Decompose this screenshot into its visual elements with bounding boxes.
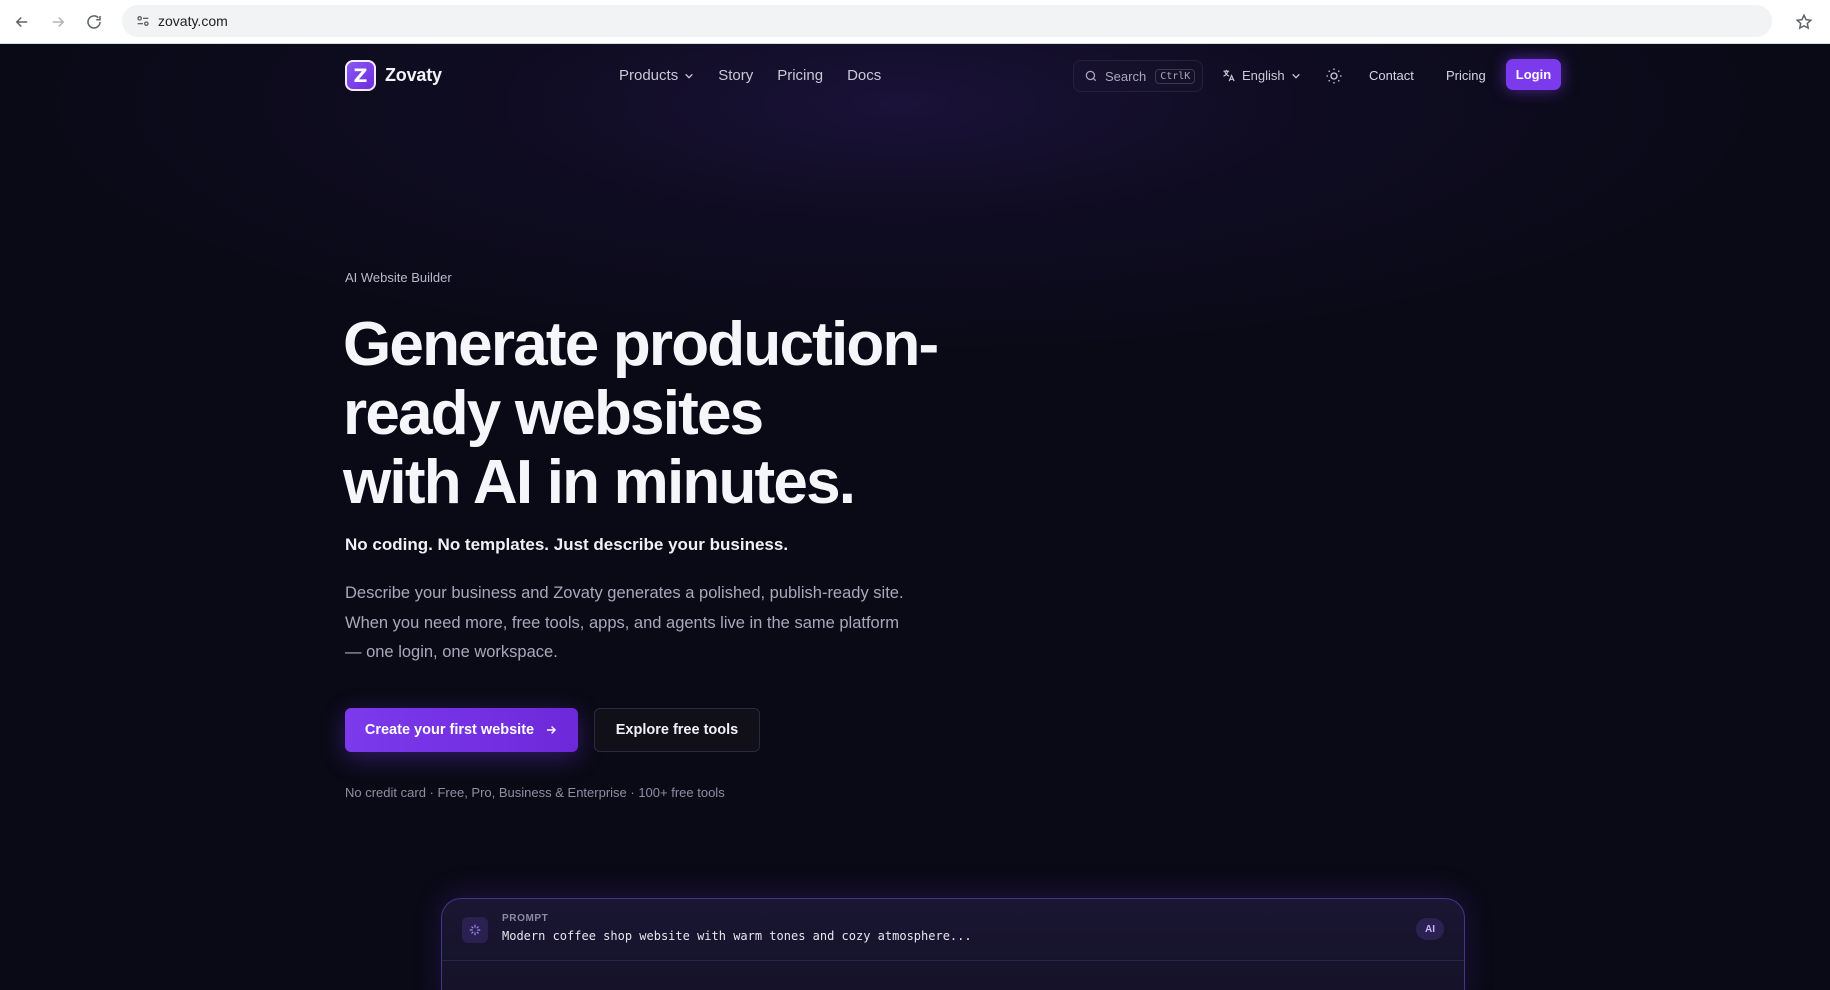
- forward-button[interactable]: [40, 4, 76, 40]
- login-button[interactable]: Login: [1506, 59, 1561, 90]
- prompt-label: PROMPT: [502, 913, 549, 924]
- search-shortcut: CtrlK: [1155, 68, 1196, 84]
- headline-line: ready websites: [343, 379, 764, 448]
- nav-item-pricing[interactable]: Pricing: [777, 67, 823, 84]
- explore-tools-button[interactable]: Explore free tools: [594, 708, 760, 752]
- nav-item-label: Products: [619, 67, 679, 84]
- browser-toolbar: zovaty.com: [0, 0, 1830, 44]
- nav-item-products[interactable]: Products: [619, 67, 694, 84]
- nav-item-story[interactable]: Story: [718, 67, 753, 84]
- url-text: zovaty.com: [158, 13, 228, 29]
- search-label: Search: [1105, 68, 1147, 84]
- language-select[interactable]: English: [1221, 68, 1301, 83]
- ai-badge: AI: [1416, 918, 1444, 940]
- create-website-label: Create your first website: [364, 722, 535, 738]
- back-icon: [15, 16, 28, 27]
- eyebrow-label: AI Website Builder: [345, 270, 452, 285]
- nav-item-docs[interactable]: Docs: [847, 67, 881, 84]
- sun-icon[interactable]: [1325, 67, 1343, 85]
- prompt-divider: [442, 960, 1464, 961]
- bookmark-star-icon[interactable]: [1790, 8, 1818, 36]
- hero-headline: Generate production- ready websites with…: [343, 310, 1043, 517]
- site-info-icon[interactable]: [128, 13, 158, 29]
- translate-icon: [1223, 69, 1235, 82]
- hero-subhead: No coding. No templates. Just describe y…: [345, 535, 789, 554]
- hero-description: Describe your business and Zovaty genera…: [345, 584, 904, 661]
- prompt-text: Modern coffee shop website with warm ton…: [502, 929, 972, 943]
- pricing-link[interactable]: Pricing: [1446, 68, 1486, 83]
- logo-mark: Z: [345, 60, 376, 91]
- search-icon: [1085, 70, 1097, 82]
- nav-item-label: Pricing: [777, 67, 824, 84]
- search-button[interactable]: Search CtrlK: [1073, 60, 1203, 92]
- headline-line: with AI in minutes.: [343, 448, 856, 517]
- back-button[interactable]: [4, 4, 40, 40]
- prompt-card[interactable]: PROMPT Modern coffee shop website with w…: [441, 898, 1465, 990]
- main-nav: Products Story Pricing Docs: [619, 67, 881, 84]
- sparkle-icon: [462, 917, 488, 943]
- brand-logo[interactable]: Z Zovaty: [345, 60, 442, 91]
- create-website-button[interactable]: Create your first website: [345, 708, 578, 752]
- page: Z Zovaty Products Story Pricing Docs Sea…: [0, 44, 1830, 990]
- reload-button[interactable]: [76, 4, 112, 40]
- top-nav: Z Zovaty Products Story Pricing Docs Sea…: [0, 44, 1830, 108]
- language-label: English: [1242, 68, 1285, 83]
- address-bar[interactable]: zovaty.com: [122, 5, 1772, 37]
- headline-line: Generate production-: [343, 310, 939, 379]
- arrow-right-icon: [547, 726, 557, 734]
- chevron-down-icon: [685, 73, 694, 79]
- reload-icon: [87, 14, 101, 29]
- logo-letter: Z: [353, 64, 368, 87]
- hero-footnote: No credit card · Free, Pro, Business & E…: [345, 785, 725, 800]
- nav-item-label: Story: [718, 67, 754, 84]
- chevron-down-icon: [1291, 73, 1300, 79]
- contact-link[interactable]: Contact: [1369, 68, 1414, 83]
- brand-name: Zovaty: [385, 65, 442, 85]
- nav-item-label: Docs: [847, 67, 882, 84]
- forward-icon: [52, 16, 65, 27]
